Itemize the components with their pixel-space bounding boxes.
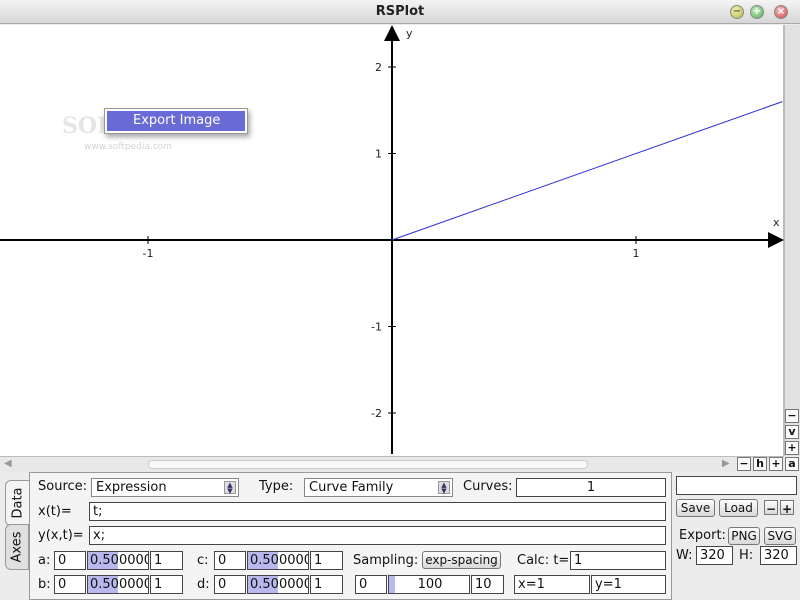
export-height-input[interactable]: 320	[760, 546, 797, 565]
y-axis-label: y	[406, 27, 413, 40]
x-tick-label: -1	[143, 247, 154, 260]
close-icon[interactable]: ×	[774, 5, 788, 19]
zoom-out-x-button[interactable]: −	[737, 457, 751, 471]
maximize-icon[interactable]: +	[750, 5, 764, 19]
x-axis-button[interactable]: h	[753, 457, 767, 471]
scroll-left-icon[interactable]: ◀	[4, 458, 12, 469]
plot-canvas[interactable]: x y -1121-1-2 SOFTPEDIA www.softpedia.co…	[0, 25, 784, 456]
zoom-out-y-button[interactable]: −	[785, 409, 799, 423]
param-b-slider[interactable]: 0.5000000	[87, 575, 149, 594]
plot-curve	[391, 101, 783, 241]
export-png-button[interactable]: PNG	[728, 527, 760, 545]
source-label: Source:	[38, 479, 88, 494]
scroll-right-icon[interactable]: ▶	[722, 458, 730, 469]
tab-data-label: Data	[10, 487, 25, 519]
source-select[interactable]: Expression ▲ ▼	[91, 478, 239, 497]
export-label: Export:	[679, 528, 726, 543]
param-a-slider[interactable]: 0.5000000	[87, 551, 149, 570]
result-x: x=1	[514, 575, 590, 594]
y-tick-label: -2	[371, 407, 382, 420]
calc-t-input[interactable]: 1	[570, 551, 666, 570]
chevron-updown-icon: ▲ ▼	[224, 481, 236, 495]
param-c-label: c:	[197, 553, 209, 568]
xt-expression-input[interactable]: t;	[89, 502, 666, 521]
y-tick-label: 1	[375, 148, 382, 161]
param-c-min[interactable]: 0	[214, 551, 246, 570]
param-a-label: a:	[38, 553, 51, 568]
param-a-min[interactable]: 0	[54, 551, 86, 570]
context-menu: Export Image	[104, 108, 248, 134]
right-panel: Save Load − + Export: PNG SVG W: 320 H: …	[672, 472, 800, 600]
yxt-label: y(x,t)=	[38, 528, 84, 543]
curves-label: Curves:	[463, 479, 513, 494]
source-value: Expression	[96, 480, 167, 495]
vertical-scrollbar[interactable]	[784, 25, 800, 456]
param-b-min[interactable]: 0	[54, 575, 86, 594]
param-c-slider[interactable]: 0.5000000	[247, 551, 309, 570]
minimize-icon[interactable]: −	[730, 5, 744, 19]
result-y: y=1	[591, 575, 666, 594]
remove-preset-button[interactable]: −	[764, 500, 778, 516]
param-d-min[interactable]: 0	[214, 575, 246, 594]
param-c-max[interactable]: 1	[310, 551, 343, 570]
type-label: Type:	[259, 479, 294, 494]
param-d-label: d:	[197, 577, 210, 592]
data-panel: Source: Expression ▲ ▼ Type: Curve Family…	[29, 472, 672, 600]
param-b-value: 0.5000000	[90, 577, 148, 592]
load-button[interactable]: Load	[719, 499, 758, 517]
chevron-updown-icon: ▲ ▼	[438, 481, 450, 495]
title-bar: RSPlot − + ×	[0, 0, 800, 24]
type-value: Curve Family	[309, 480, 394, 495]
tab-data[interactable]: Data	[5, 480, 29, 526]
add-preset-button[interactable]: +	[780, 500, 794, 516]
zoom-in-y-button[interactable]: +	[785, 441, 799, 455]
sampling-min[interactable]: 0	[355, 575, 387, 594]
preset-name-input[interactable]	[676, 476, 797, 495]
zoom-in-x-button[interactable]: +	[769, 457, 783, 471]
param-d-value: 0.5000000	[250, 577, 308, 592]
tab-axes[interactable]: Axes	[5, 524, 29, 570]
param-b-label: b:	[38, 577, 51, 592]
param-c-value: 0.5000000	[250, 553, 308, 568]
param-a-max[interactable]: 1	[150, 551, 183, 570]
sampling-value: 100	[417, 577, 443, 592]
param-b-max[interactable]: 1	[150, 575, 183, 594]
exp-spacing-button[interactable]: exp-spacing	[422, 551, 501, 569]
auto-scale-button[interactable]: a	[785, 457, 799, 471]
xt-label: x(t)=	[38, 504, 72, 519]
param-d-max[interactable]: 1	[310, 575, 343, 594]
horizontal-scroll-thumb[interactable]	[148, 460, 588, 469]
export-svg-button[interactable]: SVG	[764, 527, 796, 545]
type-select[interactable]: Curve Family ▲ ▼	[304, 478, 453, 497]
param-a-value: 0.5000000	[90, 553, 148, 568]
tab-axes-label: Axes	[9, 531, 25, 563]
window-title: RSPlot	[375, 4, 425, 19]
x-axis-label: x	[773, 216, 780, 229]
y-tick-label: -1	[371, 321, 382, 334]
save-button[interactable]: Save	[676, 499, 715, 517]
watermark-url: www.softpedia.com	[84, 142, 172, 152]
side-tabs: Data Axes	[0, 472, 30, 600]
y-tick-label: 2	[375, 61, 382, 74]
curves-field[interactable]: 1	[516, 478, 666, 497]
x-tick-label: 1	[633, 247, 640, 260]
sampling-label: Sampling:	[353, 553, 419, 568]
menu-item-export-image[interactable]: Export Image	[107, 111, 245, 131]
calc-label: Calc: t=	[517, 553, 570, 568]
height-label: H:	[739, 548, 754, 563]
sampling-max[interactable]: 10	[471, 575, 504, 594]
plot-svg: x y -1 1 2 1 -1 -2	[0, 25, 784, 454]
y-axis-button[interactable]: v	[785, 425, 799, 439]
sampling-slider[interactable]: 100	[388, 575, 470, 594]
width-label: W:	[676, 548, 693, 563]
yxt-expression-input[interactable]: x;	[89, 526, 666, 545]
sampling-fill	[389, 576, 395, 593]
export-width-input[interactable]: 320	[696, 546, 733, 565]
param-d-slider[interactable]: 0.5000000	[247, 575, 309, 594]
